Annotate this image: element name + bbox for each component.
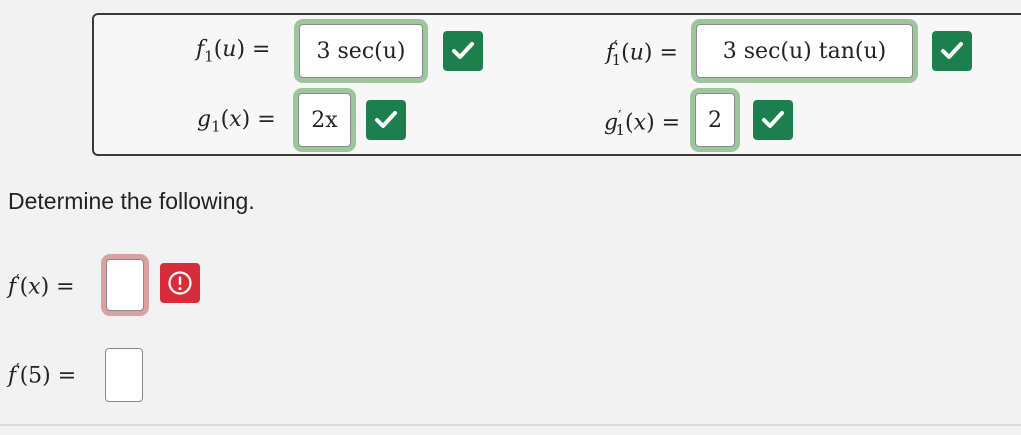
f-prime-x-input[interactable] <box>106 259 144 311</box>
g1-label: g1(x) = <box>197 107 276 136</box>
check-icon <box>941 42 963 59</box>
f-prime-5-input[interactable] <box>105 348 143 402</box>
f-prime-x-label: f′(x) = <box>8 271 75 300</box>
check-icon <box>375 111 397 128</box>
check-icon <box>762 111 784 128</box>
g1-answer-field[interactable]: 2x <box>298 93 351 147</box>
check-icon <box>452 42 474 59</box>
exclamation-circle-icon <box>168 271 192 295</box>
f1-prime-label: f′1(u) = <box>606 37 678 69</box>
g1-prime-correct-badge <box>753 100 793 140</box>
g1-prime-answer-field[interactable]: 2 <box>695 93 735 147</box>
f1-prime-correct-badge <box>932 31 972 71</box>
f1-answer-field[interactable]: 3 sec(u) <box>299 24 423 78</box>
f-prime-x-incorrect-badge <box>160 263 200 303</box>
g1-prime-label: g′1(x) = <box>604 107 681 139</box>
f1-correct-badge <box>443 31 483 71</box>
divider <box>0 424 1021 426</box>
instruction-text: Determine the following. <box>8 188 255 214</box>
f-prime-5-label: f′(5) = <box>8 360 77 389</box>
f1-label: f1(u) = <box>196 37 271 66</box>
f1-prime-answer-field[interactable]: 3 sec(u) tan(u) <box>696 24 913 78</box>
g1-correct-badge <box>366 100 406 140</box>
